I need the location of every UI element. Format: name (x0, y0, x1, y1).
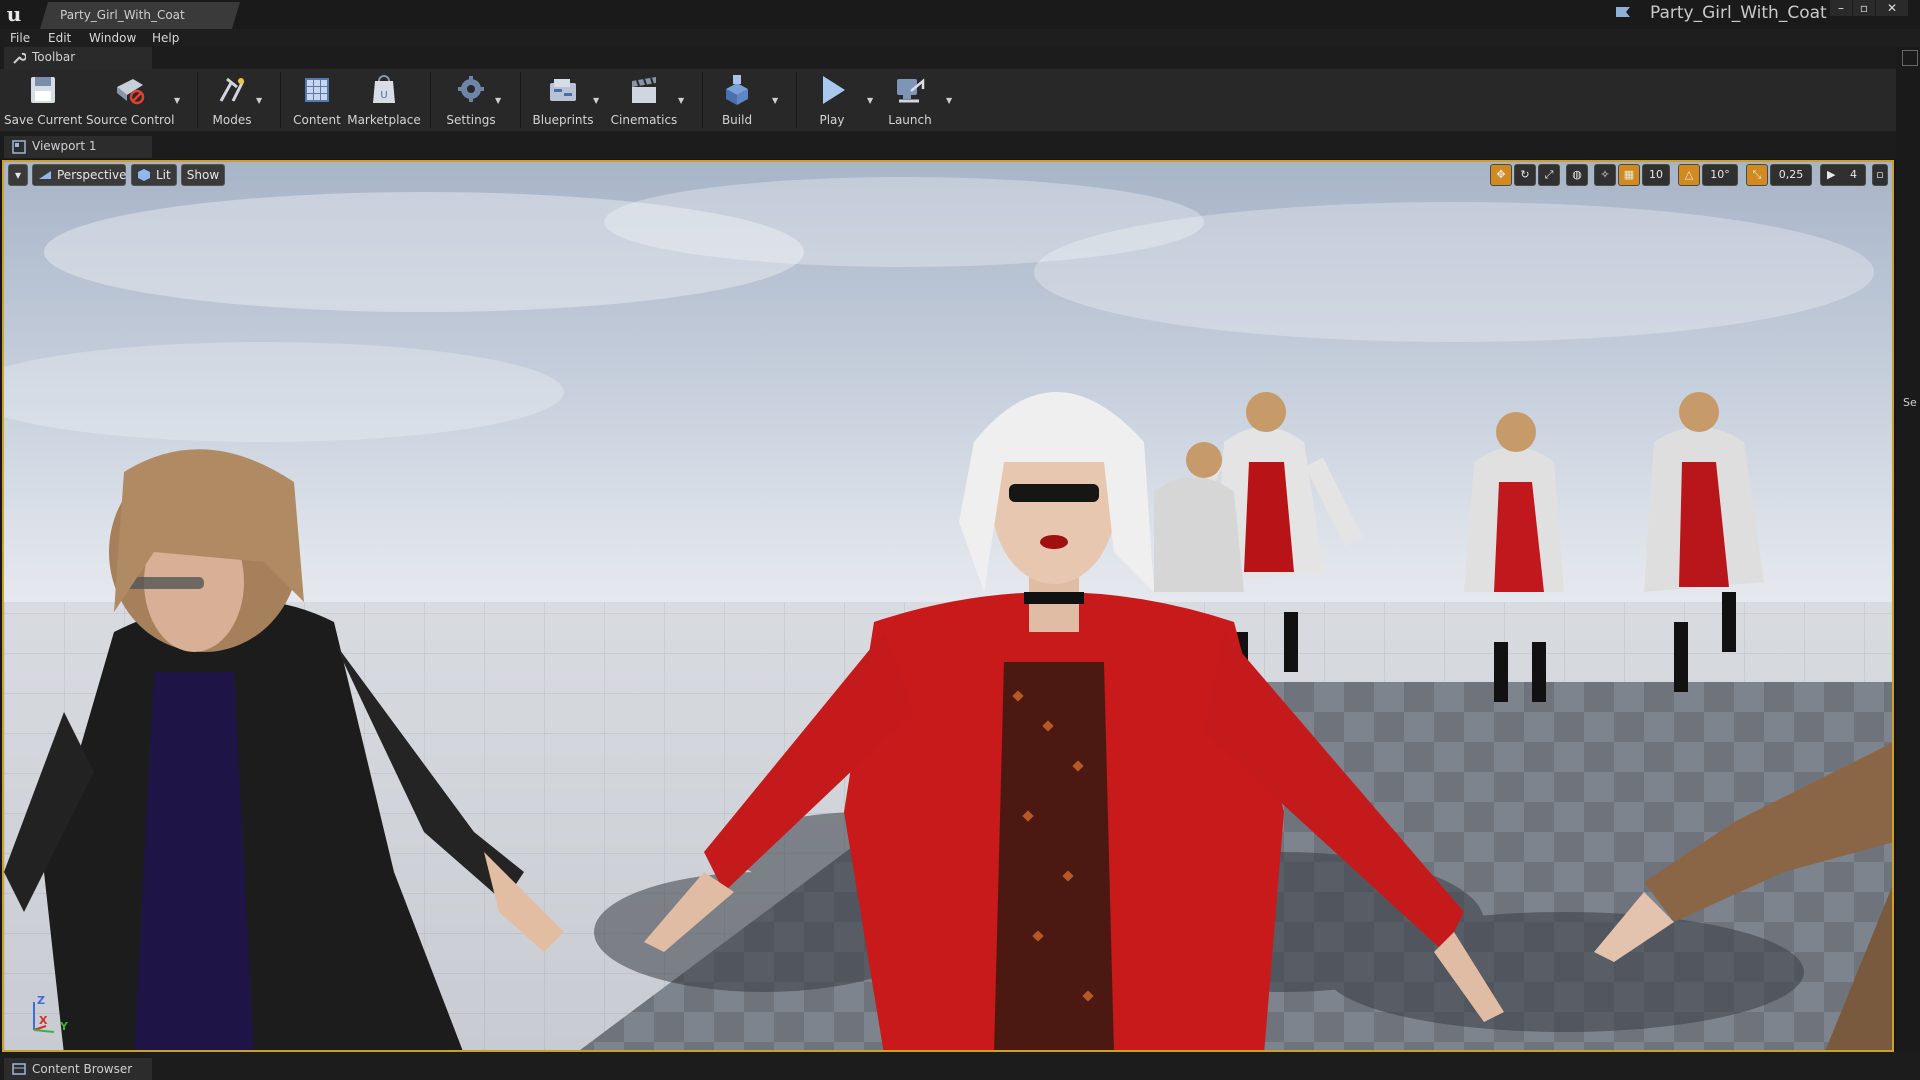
panel-pin-icon[interactable] (1902, 50, 1918, 66)
minimize-button[interactable]: – (1830, 0, 1852, 16)
level-flag-icon (1616, 7, 1630, 17)
marketplace-button[interactable]: U Marketplace (346, 69, 422, 131)
viewport-tab[interactable]: Viewport 1 (4, 136, 152, 158)
scale-snap-icon[interactable]: ⤡ (1746, 164, 1768, 186)
toolbar-separator (520, 72, 521, 128)
modes-icon (219, 77, 245, 102)
grid-snap-icon[interactable]: ▦ (1618, 164, 1640, 186)
perspective-icon (39, 171, 51, 179)
toolbar-separator (197, 72, 198, 128)
launch-dropdown-icon[interactable]: ▼ (946, 97, 954, 105)
marketplace-icon: U (373, 75, 395, 103)
show-button[interactable]: Show (181, 164, 225, 186)
axis-y-label: Y (60, 1020, 68, 1033)
axis-z-label: Z (37, 994, 45, 1007)
source-control-dropdown-icon[interactable]: ▼ (174, 97, 182, 105)
toolbar-separator (280, 72, 281, 128)
rotation-snap-value[interactable]: 10° (1702, 164, 1738, 186)
document-tab-label: Party_Girl_With_Coat (60, 8, 185, 22)
source-control-icon (117, 79, 145, 105)
toolbar-tab-label: Toolbar (32, 50, 76, 64)
scale-mode-icon[interactable]: ⤢ (1538, 164, 1560, 186)
gear-icon (458, 76, 484, 102)
source-control-button[interactable]: Source Control (86, 69, 174, 131)
blueprints-dropdown-icon[interactable]: ▼ (593, 97, 601, 105)
content-browser-tab[interactable]: Content Browser (4, 1058, 152, 1080)
blueprints-button[interactable]: Blueprints (528, 69, 598, 131)
modes-button[interactable]: Modes (206, 69, 258, 131)
scale-snap-value[interactable]: 0,25 (1770, 164, 1812, 186)
surface-snap-icon[interactable]: ✧ (1594, 164, 1616, 186)
launch-icon (897, 78, 925, 103)
toolbar-tab-strip (0, 47, 1896, 69)
details-panel-collapsed (1896, 47, 1920, 1052)
rotate-mode-icon[interactable]: ↻ (1514, 164, 1536, 186)
build-dropdown-icon[interactable]: ▼ (772, 97, 780, 105)
content-browser-icon (12, 1063, 26, 1075)
build-button[interactable]: Build (712, 69, 762, 131)
wrench-icon (13, 52, 26, 64)
lit-cube-icon (138, 169, 150, 181)
menu-help[interactable]: Help (152, 29, 179, 47)
character-red-coat (644, 392, 1504, 1050)
character-black-coat (4, 449, 564, 1050)
toolbar-separator (702, 72, 703, 128)
settings-button[interactable]: Settings (440, 69, 502, 131)
viewport-tab-strip (0, 131, 1896, 159)
maximize-viewport-icon[interactable]: ▫ (1872, 164, 1888, 186)
perspective-button[interactable]: Perspective (32, 164, 127, 186)
blueprint-icon (550, 79, 576, 101)
cinematics-button[interactable]: Cinematics (608, 69, 680, 131)
menu-file[interactable]: File (10, 29, 30, 47)
title-bar (0, 0, 1920, 29)
lit-mode-button[interactable]: Lit (131, 164, 177, 186)
content-button[interactable]: Content (288, 69, 346, 131)
window-title: Party_Girl_With_Coat (1650, 3, 1827, 23)
launch-button[interactable]: Launch (882, 69, 938, 131)
maximize-button[interactable]: ▫ (1853, 0, 1875, 16)
toolbar-tab[interactable]: Toolbar (4, 47, 152, 69)
menu-edit[interactable]: Edit (48, 29, 71, 47)
cinematics-dropdown-icon[interactable]: ▼ (678, 97, 686, 105)
document-tab[interactable]: Party_Girl_With_Coat (40, 2, 240, 29)
toolbar-separator (796, 72, 797, 128)
content-browser-strip (0, 1052, 1920, 1080)
viewport-options-dropdown[interactable]: ▾ (8, 164, 28, 186)
camera-speed-button[interactable]: ▶ 4 (1820, 164, 1866, 186)
play-button[interactable]: Play (806, 69, 858, 131)
modes-dropdown-icon[interactable]: ▼ (256, 97, 264, 105)
character-brown-coat (1594, 743, 1892, 1050)
settings-dropdown-icon[interactable]: ▼ (495, 97, 503, 105)
content-grid-icon (305, 78, 329, 102)
save-current-button[interactable]: Save Current (4, 69, 82, 131)
clapperboard-icon (632, 77, 656, 103)
rotation-snap-icon[interactable]: △ (1678, 164, 1700, 186)
viewport-icon (12, 140, 26, 154)
menu-window[interactable]: Window (89, 29, 136, 47)
grid-snap-value[interactable]: 10 (1642, 164, 1670, 186)
axis-x-label: X (39, 1014, 48, 1027)
close-button[interactable]: ✕ (1876, 0, 1908, 16)
content-browser-tab-label: Content Browser (32, 1062, 133, 1076)
menu-bar (0, 29, 1920, 47)
viewport-tab-label: Viewport 1 (32, 139, 97, 153)
axis-gizmo-icon (33, 1002, 55, 1033)
world-space-icon[interactable]: ◍ (1566, 164, 1588, 186)
build-blocks-icon (726, 75, 748, 105)
save-icon (31, 77, 55, 103)
unreal-logo-icon[interactable]: u (2, 2, 26, 26)
svg-text:U: U (380, 90, 387, 101)
translate-mode-icon[interactable]: ✥ (1490, 164, 1512, 186)
play-icon (823, 76, 845, 104)
right-panel-label: Se (1903, 396, 1917, 409)
play-dropdown-icon[interactable]: ▼ (867, 97, 875, 105)
level-viewport[interactable]: Z X Y (2, 160, 1894, 1052)
camera-icon: ▶ (1827, 168, 1836, 181)
toolbar-separator (430, 72, 431, 128)
